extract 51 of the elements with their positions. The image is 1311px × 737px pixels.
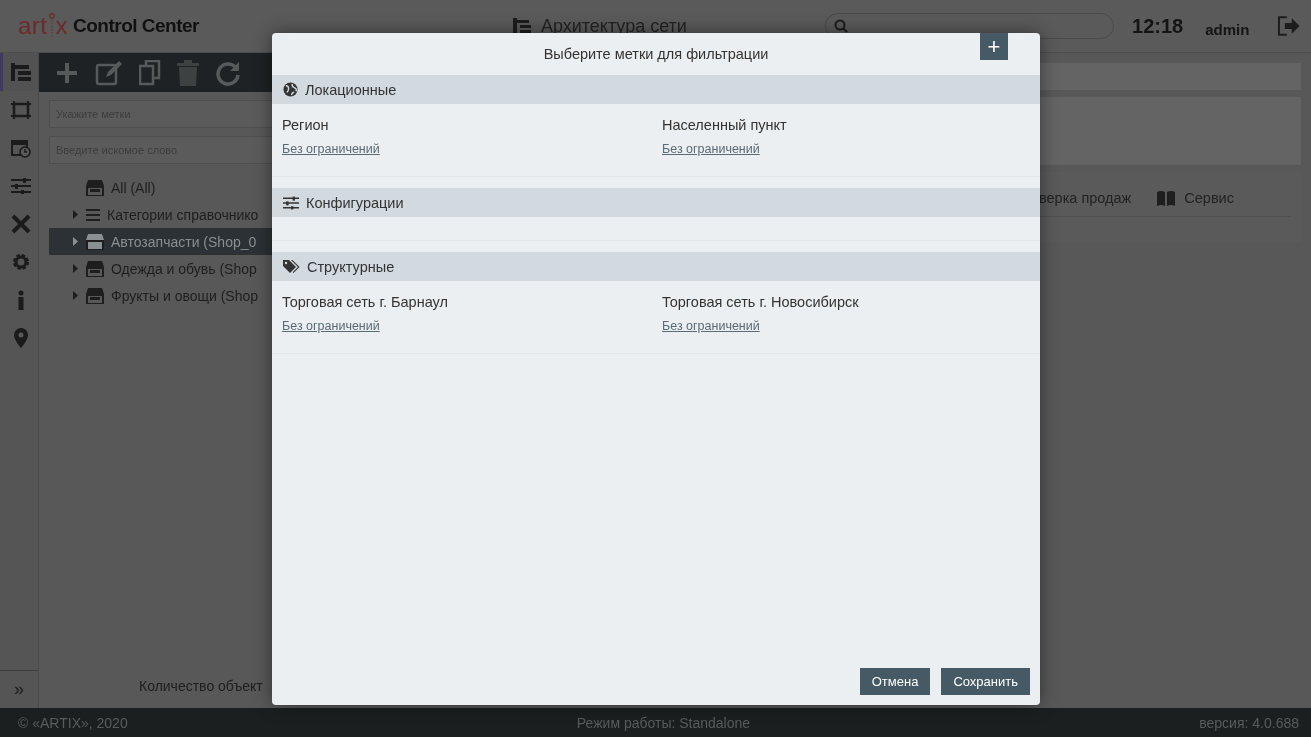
user-name[interactable]: admin: [1205, 20, 1250, 38]
clock-time: 12:18: [1132, 14, 1184, 38]
store-icon: [86, 179, 104, 196]
section-header: Локационные: [272, 75, 1040, 104]
section-header: Конфигурации: [272, 188, 1040, 217]
caret-icon: [73, 264, 78, 273]
sliders-icon: [10, 178, 31, 194]
sliders-icon: [283, 195, 299, 210]
section-header: Структурные: [272, 252, 1040, 281]
tree-icon: [512, 18, 531, 34]
save-button[interactable]: Сохранить: [941, 668, 1030, 695]
cancel-button[interactable]: Отмена: [859, 668, 931, 695]
mode-text: Режим работы: Standalone: [576, 714, 751, 731]
edit-icon[interactable]: [95, 59, 123, 86]
field-label: Торговая сеть г. Новосибирск: [662, 294, 860, 310]
app-name: Control Center: [73, 15, 199, 37]
frame-icon: [10, 101, 31, 119]
dialog-title: Выберите метки для фильтрации: [543, 46, 769, 62]
add-icon[interactable]: [55, 60, 79, 85]
restriction-link[interactable]: Без ограничений: [662, 142, 760, 156]
copy-icon[interactable]: [139, 59, 161, 86]
store-icon: [86, 287, 104, 304]
copyright-text: © «ARTIX», 2020: [18, 714, 128, 731]
add-button[interactable]: +: [980, 33, 1008, 60]
globe-icon: [283, 82, 298, 97]
restriction-link[interactable]: Без ограничений: [662, 319, 760, 333]
caret-icon: [73, 291, 78, 300]
book-icon: [1157, 190, 1176, 206]
caret-icon: [73, 237, 78, 246]
restriction-link[interactable]: Без ограничений: [282, 319, 380, 333]
field-label: Торговая сеть г. Барнаул: [282, 294, 449, 310]
field-label: Населенный пункт: [662, 117, 788, 133]
trash-icon[interactable]: [177, 59, 199, 86]
store-icon: [86, 233, 104, 250]
map-pin-icon: [13, 328, 28, 348]
tab[interactable]: верка продаж: [1039, 190, 1132, 216]
search-icon: [834, 19, 849, 33]
logo-mark-icon: [48, 13, 55, 39]
calendar-clock-icon: [10, 138, 31, 158]
tab[interactable]: Сервис: [1157, 190, 1234, 216]
version-text: версия: 4.0.688: [1199, 714, 1299, 731]
settings-icon: [10, 252, 31, 272]
info-icon: [16, 290, 25, 310]
tags-icon: [283, 259, 300, 274]
tree-icon: [10, 63, 31, 81]
list-icon: [86, 208, 100, 221]
refresh-icon[interactable]: [215, 59, 241, 86]
logout-icon[interactable]: [1277, 15, 1301, 37]
caret-icon: [73, 210, 78, 219]
object-count-label: Количество объект: [139, 678, 264, 694]
store-icon: [86, 260, 104, 277]
